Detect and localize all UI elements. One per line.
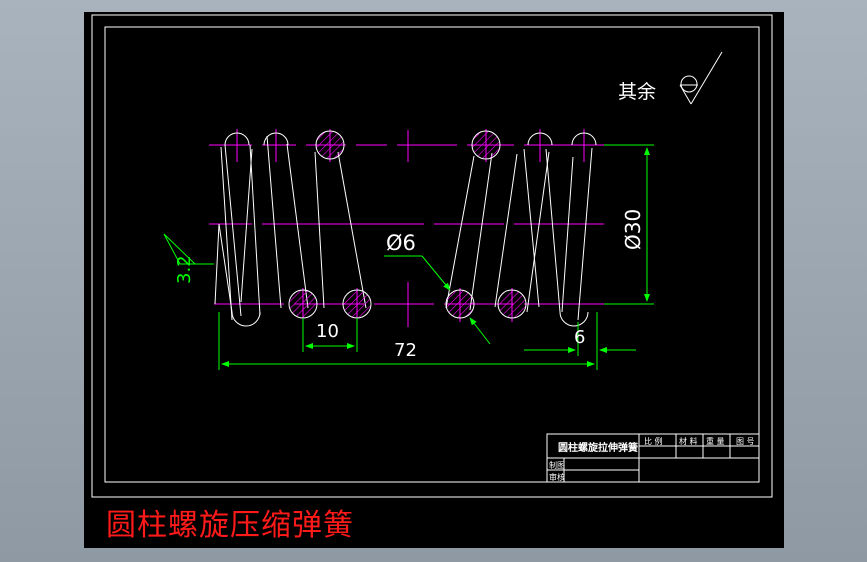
title-block-header-weight: 重 量 [706,436,725,446]
drawing-canvas: 其余 Ø6 10 72 6 Ø30 3.2 圆柱螺旋拉伸弹簧 比 例 材 料 重… [84,12,784,548]
title-block-checked: 审核 [549,472,565,482]
roughness-value: 3.2 [174,255,195,284]
spring-coils [214,132,597,327]
end-label: 6 [574,327,585,348]
section-bottom-3 [445,289,475,319]
section-bottom-4 [497,289,527,319]
title-block-name: 圆柱螺旋拉伸弹簧 [558,441,638,454]
outer-diameter-label: Ø30 [621,209,645,250]
roughness-label: 其余 [618,81,656,103]
title-block-header-number: 图 号 [736,437,755,446]
length-label: 72 [394,340,417,361]
title-block-header-material: 材 料 [679,436,698,446]
inner-frame [104,26,760,483]
pitch-label: 10 [316,321,339,342]
drawing-caption: 圆柱螺旋压缩弹簧 [106,508,354,543]
title-block-header-scale: 比 例 [644,436,663,446]
section-top-1 [315,130,345,160]
section-bottom-1 [288,289,318,319]
title-block-designed: 制图 [549,460,565,470]
spring-drawing: 其余 Ø6 10 72 6 Ø30 3.2 圆柱螺旋拉伸弹簧 比 例 材 料 重… [91,14,773,498]
wire-diameter-label: Ø6 [386,231,416,255]
roughness-symbol [679,51,723,105]
centerlines [209,129,604,327]
section-bottom-2 [342,289,372,319]
section-top-2 [471,130,501,160]
